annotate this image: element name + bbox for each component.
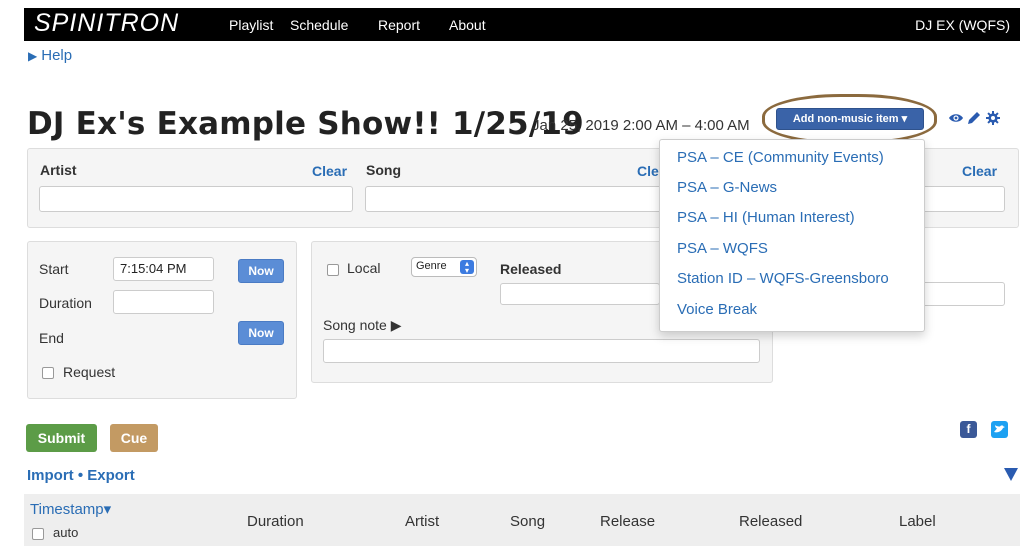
end-now-button[interactable]: Now bbox=[238, 321, 284, 345]
genre-select-value: Genre bbox=[416, 260, 447, 272]
add-non-music-item-button[interactable]: Add non-music item ▾ bbox=[776, 108, 924, 130]
start-time-input[interactable]: 7:15:04 PM bbox=[113, 257, 214, 281]
twitter-icon[interactable] bbox=[991, 421, 1008, 438]
column-release: Release bbox=[600, 513, 656, 530]
request-label: Request bbox=[63, 364, 116, 380]
song-label: Song bbox=[366, 162, 401, 178]
column-released: Released bbox=[739, 513, 803, 530]
page-title: DJ Ex's Example Show!! 1/25/19 bbox=[27, 106, 584, 142]
extra-input[interactable] bbox=[918, 282, 1005, 306]
gear-icon[interactable] bbox=[985, 110, 1001, 126]
artist-clear-link[interactable]: Clear bbox=[312, 163, 347, 179]
artist-input[interactable] bbox=[39, 186, 353, 212]
release-input[interactable] bbox=[918, 186, 1005, 212]
top-navbar: SPINITRON Playlist Schedule Report About… bbox=[24, 8, 1020, 41]
release-clear-link[interactable]: Clear bbox=[962, 163, 997, 179]
column-label: Label bbox=[899, 513, 936, 530]
song-clear-link[interactable]: Cle bbox=[637, 163, 659, 179]
help-toggle[interactable]: ▶ Help bbox=[28, 47, 72, 64]
artist-label: Artist bbox=[40, 162, 77, 178]
nav-about[interactable]: About bbox=[449, 17, 486, 33]
dropdown-item-station-id[interactable]: Station ID – WQFS-Greensboro bbox=[677, 270, 889, 287]
collapse-triangle-icon[interactable] bbox=[1004, 468, 1018, 481]
duration-label: Duration bbox=[39, 295, 92, 311]
auto-checkbox[interactable] bbox=[32, 528, 44, 540]
duration-input[interactable] bbox=[113, 290, 214, 314]
dropdown-item-psa-ce[interactable]: PSA – CE (Community Events) bbox=[677, 149, 884, 166]
dropdown-item-voice-break[interactable]: Voice Break bbox=[677, 301, 757, 318]
nav-report[interactable]: Report bbox=[378, 17, 420, 33]
expand-triangle-icon: ▶ bbox=[28, 49, 38, 63]
dropdown-item-psa-g-news[interactable]: PSA – G-News bbox=[677, 179, 777, 196]
auto-label: auto bbox=[53, 525, 79, 540]
start-label: Start bbox=[39, 261, 69, 277]
playlist-table-header: Timestamp▾ auto Duration Artist Song Rel… bbox=[24, 494, 1020, 546]
user-menu[interactable]: DJ EX (WQFS) bbox=[915, 17, 1010, 33]
song-input[interactable] bbox=[365, 186, 665, 212]
column-artist: Artist bbox=[405, 513, 440, 530]
local-checkbox[interactable] bbox=[327, 264, 339, 276]
song-note-toggle[interactable]: Song note ▶ bbox=[323, 317, 402, 334]
dropdown-item-psa-wqfs[interactable]: PSA – WQFS bbox=[677, 240, 768, 257]
column-duration: Duration bbox=[247, 513, 304, 530]
dropdown-item-psa-hi[interactable]: PSA – HI (Human Interest) bbox=[677, 209, 855, 226]
released-label: Released bbox=[500, 261, 562, 277]
start-now-button[interactable]: Now bbox=[238, 259, 284, 283]
genre-select[interactable]: Genre ▴ ▾ bbox=[411, 257, 477, 277]
show-date-range: Jan 25, 2019 2:00 AM – 4:00 AM bbox=[532, 117, 750, 134]
brand-logo[interactable]: SPINITRON bbox=[34, 8, 179, 38]
timestamp-sort-header[interactable]: Timestamp▾ bbox=[30, 500, 111, 518]
column-song: Song bbox=[510, 513, 546, 530]
select-arrows-icon: ▴ ▾ bbox=[460, 260, 474, 275]
eye-icon[interactable] bbox=[948, 110, 964, 126]
help-label: Help bbox=[41, 47, 73, 64]
nav-schedule[interactable]: Schedule bbox=[290, 17, 348, 33]
pencil-icon[interactable] bbox=[966, 110, 982, 126]
import-export-links[interactable]: Import • Export bbox=[27, 467, 135, 484]
submit-button[interactable]: Submit bbox=[26, 424, 97, 452]
end-label: End bbox=[39, 330, 64, 346]
nav-playlist[interactable]: Playlist bbox=[229, 17, 273, 33]
facebook-icon[interactable]: f bbox=[960, 421, 977, 438]
request-checkbox[interactable] bbox=[42, 367, 54, 379]
local-label: Local bbox=[347, 260, 381, 276]
cue-button[interactable]: Cue bbox=[110, 424, 158, 452]
non-music-dropdown-menu: PSA – CE (Community Events) PSA – G-News… bbox=[659, 139, 925, 332]
released-input[interactable] bbox=[500, 283, 660, 305]
song-note-input[interactable] bbox=[323, 339, 760, 363]
